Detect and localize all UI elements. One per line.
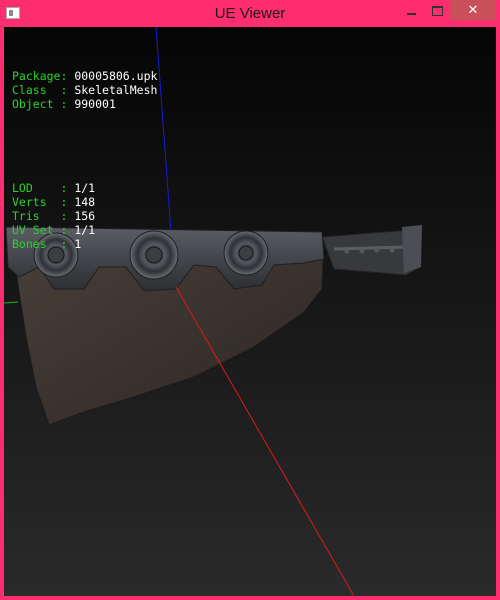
axis-y-line <box>155 27 172 233</box>
info-value: 1/1 <box>74 181 96 195</box>
info-label: Class : <box>12 83 68 97</box>
info-value: 156 <box>74 209 96 223</box>
3d-viewport[interactable]: Package: 00005806.upk Class : SkeletalMes… <box>4 27 496 596</box>
maximize-button[interactable] <box>424 0 450 22</box>
ue-viewer-window: UE Viewer ✕ Package: 00005806.upk Class … <box>0 0 500 600</box>
info-row: LOD : 1/1 <box>12 181 157 195</box>
maximize-icon <box>431 6 443 16</box>
info-row: UV Set : 1/1 <box>12 223 157 237</box>
info-label: Object : <box>12 97 68 111</box>
info-label: Tris : <box>12 209 68 223</box>
close-icon: ✕ <box>467 2 479 18</box>
info-label: Verts : <box>12 195 68 209</box>
axis-z-line <box>4 301 19 304</box>
info-row: Tris : 156 <box>12 209 157 223</box>
info-label: Bones : <box>12 237 68 251</box>
info-row: Bones : 1 <box>12 237 157 251</box>
info-value: SkeletalMesh <box>74 83 158 97</box>
info-value: 00005806.upk <box>74 69 158 83</box>
close-button[interactable]: ✕ <box>450 0 496 20</box>
info-value: 990001 <box>74 97 116 111</box>
info-row: Package: 00005806.upk <box>12 69 157 83</box>
info-value: 148 <box>74 195 96 209</box>
minimize-icon <box>406 13 416 15</box>
info-label: LOD : <box>12 181 68 195</box>
info-row: Verts : 148 <box>12 195 157 209</box>
mesh-info-panel: Package: 00005806.upk Class : SkeletalMes… <box>12 41 157 279</box>
info-value: 1/1 <box>74 223 96 237</box>
info-row: Class : SkeletalMesh <box>12 83 157 97</box>
info-label: Package: <box>12 69 68 83</box>
title-bar[interactable]: UE Viewer ✕ <box>0 0 500 27</box>
minimize-button[interactable] <box>398 0 424 22</box>
info-row: Object : 990001 <box>12 97 157 111</box>
info-value: 1 <box>74 237 82 251</box>
info-label: UV Set : <box>12 223 68 237</box>
